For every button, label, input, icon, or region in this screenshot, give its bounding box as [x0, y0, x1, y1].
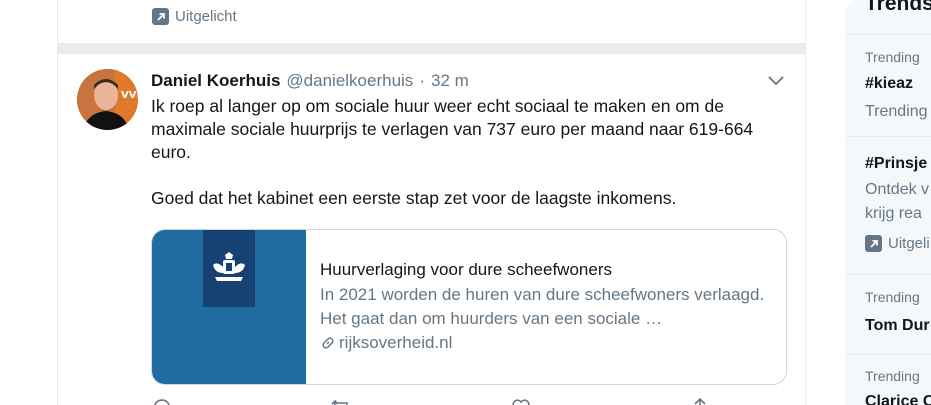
trend-sub: Trending [865, 103, 928, 120]
sidebar-title: Trends [865, 0, 931, 15]
author-handle[interactable]: @danielkoerhuis [286, 71, 413, 91]
trend-meta: Trending [865, 289, 920, 305]
trend-item[interactable]: Trending Tom Dur [845, 274, 931, 354]
share-icon[interactable] [689, 396, 711, 405]
link-card[interactable]: Huurverlaging voor dure scheefwoners In … [151, 229, 787, 385]
trend-item[interactable]: #Prinsje Ontdek v krijg rea Uitgeli [845, 136, 931, 274]
card-domain-text: rijksoverheid.nl [339, 333, 453, 352]
trend-meta: Trending [865, 49, 920, 65]
header-separator: · [419, 71, 425, 90]
tweet-text: Ik roep al langer op om sociale huur wee… [151, 95, 781, 210]
tweet-separator [58, 43, 805, 54]
arrow-up-right-icon [865, 235, 882, 252]
card-image [152, 230, 306, 384]
tweet-text-paragraph: Goed dat het kabinet een eerste stap zet… [151, 188, 677, 208]
chevron-down-icon[interactable] [766, 73, 786, 87]
trend-item[interactable]: Trending #kieaz Trending [845, 34, 931, 136]
trend-featured-label: Uitgeli [888, 235, 930, 252]
featured-label: Uitgelicht [175, 8, 237, 25]
twitter-page: Uitgelicht VVD Daniel Koerhuis @danielko… [0, 0, 931, 405]
like-icon[interactable] [510, 396, 532, 405]
trend-name: #kieaz [865, 75, 914, 92]
trend-sub: Ontdek v [865, 181, 930, 198]
card-description: In 2021 worden de huren van dure scheefw… [320, 285, 765, 328]
trend-featured: Uitgeli [865, 235, 930, 252]
timestamp[interactable]: 32 m [431, 71, 469, 91]
trends-sidebar: Trends Trending #kieaz Trending #Prinsje… [845, 0, 931, 405]
card-body: Huurverlaging voor dure scheefwoners In … [306, 230, 786, 384]
trend-sub: krijg rea [865, 205, 922, 222]
tweet[interactable]: VVD Daniel Koerhuis @danielkoerhuis · 32… [58, 54, 805, 405]
author-name[interactable]: Daniel Koerhuis [151, 71, 280, 91]
tweet-actions [151, 396, 711, 405]
rijksoverheid-logo [203, 230, 255, 307]
retweet-icon[interactable] [330, 396, 352, 405]
trend-name: Tom Dur [865, 317, 930, 334]
card-domain[interactable]: rijksoverheid.nl [320, 333, 772, 353]
trend-meta: Trending [865, 368, 920, 384]
reply-icon[interactable] [151, 396, 173, 405]
tweet-text-paragraph: Ik roep al langer op om sociale huur wee… [151, 96, 754, 162]
timeline: Uitgelicht VVD Daniel Koerhuis @danielko… [57, 0, 806, 405]
link-icon [322, 337, 334, 349]
svg-text:VVD: VVD [121, 90, 138, 101]
trend-name: Clarice C [865, 393, 931, 405]
arrow-up-right-icon [152, 8, 169, 25]
featured-indicator[interactable]: Uitgelicht [152, 8, 237, 25]
avatar[interactable]: VVD [77, 69, 138, 130]
card-title: Huurverlaging voor dure scheefwoners [320, 260, 612, 279]
trend-item[interactable]: Trending Clarice C [845, 354, 931, 405]
trend-name: #Prinsje [865, 155, 928, 172]
tweet-header: Daniel Koerhuis @danielkoerhuis · 32 m [151, 71, 469, 91]
